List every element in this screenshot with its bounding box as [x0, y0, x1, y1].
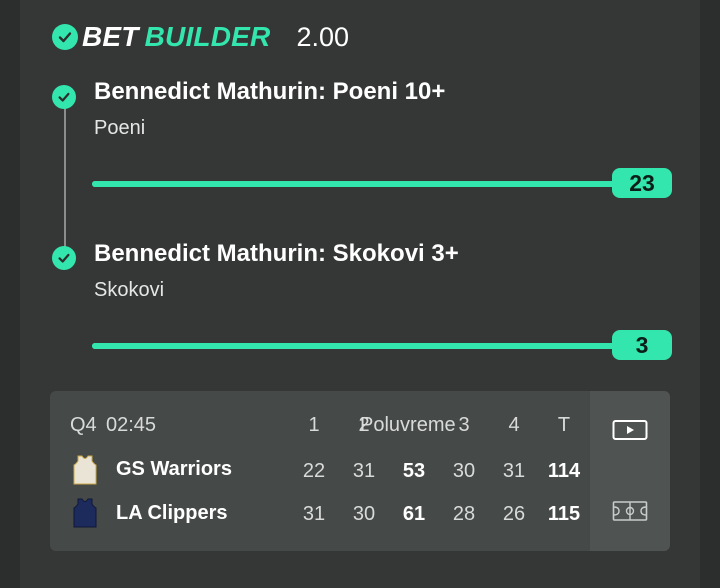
bet-leg: Bennedict Mathurin: Skokovi 3+ Skokovi 3	[52, 238, 672, 368]
check-circle-icon	[52, 24, 78, 50]
live-scoreboard: Q4 02:45 1 2 Poluvreme 3 4 T GS Warriors…	[50, 391, 670, 551]
score-cell: 31	[302, 503, 326, 525]
team-name: GS Warriors	[116, 458, 232, 480]
progress-fill	[92, 181, 622, 187]
game-period: Q4	[70, 414, 97, 436]
leg-title: Bennedict Mathurin: Poeni 10+	[94, 78, 446, 105]
column-header: 1	[308, 414, 320, 436]
score-cell-halftime: 61	[402, 503, 426, 525]
score-cell: 30	[452, 460, 476, 482]
bet-builder-logo: BET BUILDER	[82, 21, 271, 52]
score-cell: 31	[502, 460, 526, 482]
score-cell: 26	[502, 503, 526, 525]
leg-subtitle: Poeni	[94, 117, 146, 139]
score-cell: 22	[302, 460, 326, 482]
column-header: 3	[458, 414, 470, 436]
check-circle-icon	[52, 85, 76, 109]
progress-value-badge: 3	[612, 330, 672, 360]
jersey-icon	[73, 498, 97, 528]
column-header: 4	[508, 414, 520, 436]
score-cell-halftime: 53	[402, 460, 426, 482]
court-view-button[interactable]	[610, 496, 650, 526]
leg-subtitle: Skokovi	[94, 279, 165, 301]
game-clock: 02:45	[106, 414, 157, 436]
bet-builder-header: BET BUILDER 2.00	[52, 21, 350, 52]
total-odds: 2.00	[296, 21, 350, 52]
progress-bar	[92, 181, 622, 187]
team-name: LA Clippers	[116, 502, 228, 524]
progress-bar	[92, 343, 622, 349]
leg-title: Bennedict Mathurin: Skokovi 3+	[94, 240, 459, 267]
score-cell: 30	[352, 503, 376, 525]
progress-value-badge: 23	[612, 168, 672, 198]
play-video-icon	[612, 420, 648, 440]
column-header: T	[557, 414, 571, 436]
score-cell: 28	[452, 503, 476, 525]
score-cell-total: 114	[547, 460, 581, 482]
progress-fill	[92, 343, 622, 349]
bet-leg: Bennedict Mathurin: Poeni 10+ Poeni 23	[52, 76, 672, 206]
court-view-icon	[612, 501, 648, 521]
media-panel	[590, 391, 670, 551]
column-header: Poluvreme	[360, 414, 456, 436]
jersey-icon	[73, 455, 97, 485]
score-cell-total: 115	[547, 503, 581, 525]
play-video-button[interactable]	[610, 415, 650, 445]
score-cell: 31	[352, 460, 376, 482]
check-circle-icon	[52, 246, 76, 270]
